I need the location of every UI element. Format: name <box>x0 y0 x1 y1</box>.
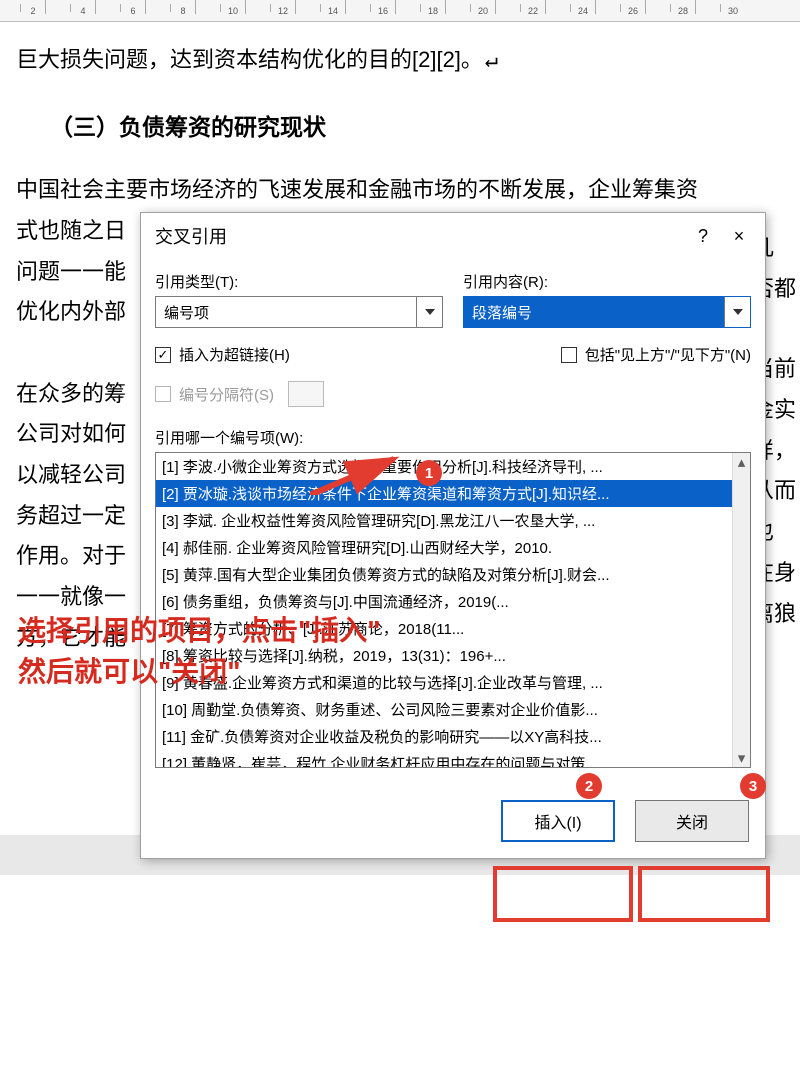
heading-3: （三）负债筹资的研究现状 <box>50 106 784 149</box>
scroll-down-icon[interactable]: ▾ <box>733 749 750 767</box>
list-item[interactable]: [7] 筹资方式的分析、[J].江苏商论，2018(11... <box>156 615 750 642</box>
number-separator-label: 编号分隔符(S) <box>179 384 274 405</box>
list-item[interactable]: [5] 黄萍.国有大型企业集团负债筹资方式的缺陷及对策分析[J].财会... <box>156 561 750 588</box>
insert-hyperlink-checkbox[interactable]: ✓ <box>155 347 171 363</box>
number-separator-input <box>288 381 324 407</box>
horizontal-ruler: 24681012141618202224262830 <box>0 0 800 22</box>
ref-content-select[interactable]: 段落编号 <box>463 296 751 328</box>
close-button[interactable]: 关闭 <box>635 800 749 842</box>
list-item[interactable]: [4] 郝佳丽. 企业筹资风险管理研究[D].山西财经大学，2010. <box>156 534 750 561</box>
include-above-below-label: 包括"见上方"/"见下方"(N) <box>585 344 751 365</box>
paragraph: 巨大损失问题，达到资本结构优化的目的[2][2]。↵ <box>16 40 784 82</box>
dialog-title: 交叉引用 <box>155 223 685 249</box>
list-item[interactable]: [10] 周勤堂.负债筹资、财务重述、公司风险三要素对企业价值影... <box>156 696 750 723</box>
chevron-down-icon[interactable] <box>724 297 750 327</box>
list-item[interactable]: [9] 黄春盛.企业筹资方式和渠道的比较与选择[J].企业改革与管理, ... <box>156 669 750 696</box>
ref-content-label: 引用内容(R): <box>463 271 751 292</box>
dialog-titlebar[interactable]: 交叉引用 ? × <box>141 213 765 259</box>
numbered-items-listbox[interactable]: [1] 李波.小微企业筹资方式选择的重要作用分析[J].科技经济导刊, ...[… <box>155 452 751 768</box>
which-item-label: 引用哪一个编号项(W): <box>155 427 751 448</box>
list-item[interactable]: [11] 金矿.负债筹资对企业收益及税负的影响研究——以XY高科技... <box>156 723 750 750</box>
insert-button[interactable]: 插入(I) <box>501 800 615 842</box>
insert-hyperlink-label: 插入为超链接(H) <box>179 344 290 365</box>
scroll-up-icon[interactable]: ▴ <box>733 453 750 471</box>
ref-type-label: 引用类型(T): <box>155 271 443 292</box>
list-item[interactable]: [8] 筹资比较与选择[J].纳税，2019，13(31)：196+... <box>156 642 750 669</box>
ref-type-select[interactable]: 编号项 <box>155 296 443 328</box>
close-icon[interactable]: × <box>721 221 757 251</box>
ref-type-value: 编号项 <box>164 302 209 323</box>
ref-content-value: 段落编号 <box>472 302 532 323</box>
help-button[interactable]: ? <box>685 221 721 251</box>
list-item[interactable]: [2] 贾冰璇.浅谈市场经济条件下企业筹资渠道和筹资方式[J].知识经... <box>156 480 750 507</box>
number-separator-checkbox <box>155 386 171 402</box>
scrollbar[interactable]: ▴ ▾ <box>732 453 750 767</box>
chevron-down-icon[interactable] <box>416 297 442 327</box>
list-item[interactable]: [3] 李斌. 企业权益性筹资风险管理研究[D].黑龙江八一农垦大学, ... <box>156 507 750 534</box>
list-item[interactable]: [6] 债务重组，负债筹资与[J].中国流通经济，2019(... <box>156 588 750 615</box>
cross-reference-dialog: 交叉引用 ? × 引用类型(T): 编号项 引用内容(R): 段落编号 <box>140 212 766 859</box>
list-item[interactable]: [1] 李波.小微企业筹资方式选择的重要作用分析[J].科技经济导刊, ... <box>156 453 750 480</box>
list-item[interactable]: [12] 董静贤，崔芸，程竹.企业财务杠杆应用中存在的问题与对策... <box>156 750 750 768</box>
include-above-below-checkbox[interactable] <box>561 347 577 363</box>
